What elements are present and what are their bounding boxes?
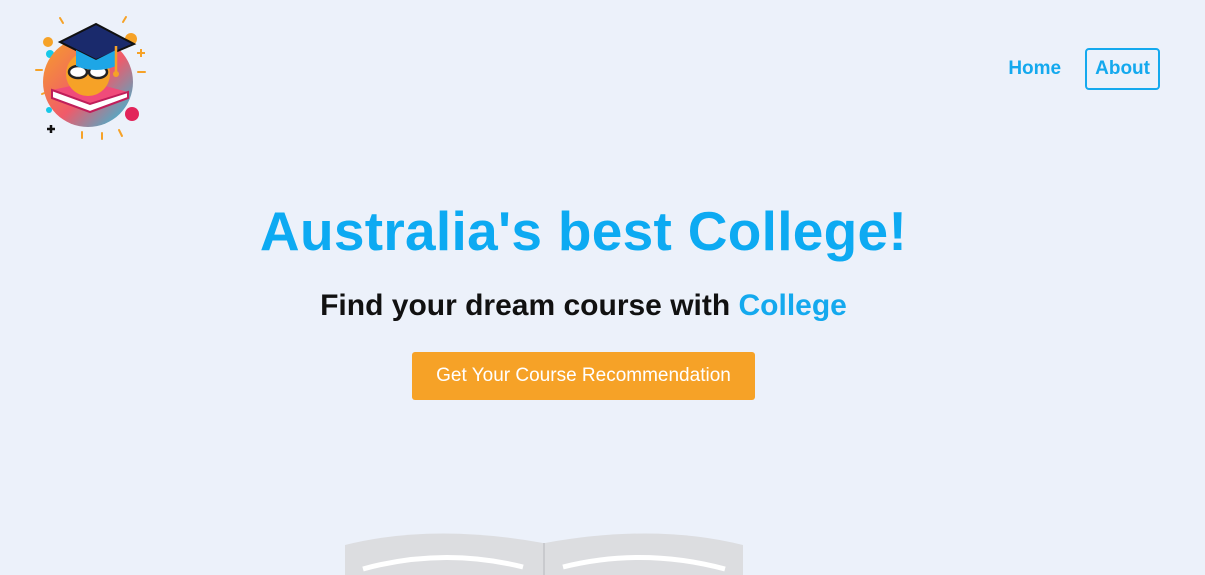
hero-subtitle-prefix: Find your dream course with xyxy=(320,289,739,322)
hero-subtitle: Find your dream course with College xyxy=(0,286,1167,326)
logo-icon[interactable] xyxy=(30,12,152,142)
nav-link-about[interactable]: About xyxy=(1085,48,1160,90)
main-nav: Home About xyxy=(1008,48,1160,90)
hero-section: Australia's best College! Find your drea… xyxy=(0,196,1167,400)
page: Home About Australia's best College! Fin… xyxy=(0,0,1205,575)
hero-subtitle-accent: College xyxy=(738,289,847,322)
hero-title: Australia's best College! xyxy=(259,200,908,262)
nav-link-home[interactable]: Home xyxy=(1008,48,1061,90)
open-book-icon xyxy=(345,533,743,575)
course-recommendation-button[interactable]: Get Your Course Recommendation xyxy=(412,352,755,400)
